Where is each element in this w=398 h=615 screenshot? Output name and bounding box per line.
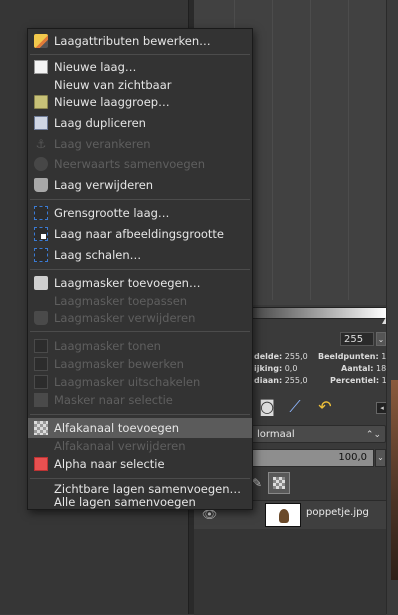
new-layer-icon xyxy=(34,60,48,74)
stat-label: ijking: 0,0 xyxy=(254,364,298,373)
stat-label: Aantal: 181 xyxy=(341,364,392,373)
trash-icon xyxy=(34,178,48,192)
menu-item-new-layer[interactable]: Nieuwe laag… xyxy=(28,57,252,77)
anchor-icon: ⚓ xyxy=(35,137,47,151)
menu-separator xyxy=(30,269,250,270)
menu-separator xyxy=(30,414,250,415)
menu-item-edit-layer-mask[interactable]: Laagmasker bewerken xyxy=(28,354,252,374)
menu-item-layer-boundary-size[interactable]: Grensgrootte laag… xyxy=(28,203,252,223)
chevron-updown-icon: ⌃⌄ xyxy=(365,430,381,440)
opacity-slider[interactable]: 100,0 xyxy=(250,449,374,467)
add-mask-icon xyxy=(34,276,48,290)
histogram-gridline xyxy=(310,0,311,300)
lock-alpha-button[interactable] xyxy=(268,472,290,494)
dock-tab-row: ◙ ⟋ ↶ xyxy=(250,394,380,420)
menu-item-show-layer-mask[interactable]: Laagmasker tonen xyxy=(28,336,252,356)
checkerboard-icon xyxy=(273,477,285,489)
edit-attributes-icon xyxy=(34,34,48,48)
paths-icon[interactable]: ⟋ xyxy=(284,396,306,418)
layer-context-menu: Laagattributen bewerken… Nieuwe laag… Ni… xyxy=(27,28,253,510)
duplicate-icon xyxy=(34,116,48,130)
level-spinner-icon[interactable]: ⌄ xyxy=(376,332,386,346)
layer-to-image-size-icon xyxy=(34,227,48,241)
menu-separator xyxy=(30,54,250,55)
histogram-gridline xyxy=(272,0,273,300)
menu-item-scale-layer[interactable]: Laag schalen… xyxy=(28,245,252,265)
image-window-edge xyxy=(386,0,398,614)
level-max-input[interactable]: 255 xyxy=(340,332,374,346)
menu-item-merge-down[interactable]: Neerwaarts samenvoegen xyxy=(28,154,252,174)
menu-item-alpha-to-selection[interactable]: Alpha naar selectie xyxy=(28,454,252,474)
checkbox-icon xyxy=(34,339,48,353)
menu-separator xyxy=(30,331,250,332)
scale-layer-icon xyxy=(34,248,48,262)
opacity-spinner-icon[interactable]: ⌄ xyxy=(375,449,386,467)
image-preview-strip xyxy=(391,380,398,580)
menu-item-duplicate-layer[interactable]: Laag dupliceren xyxy=(28,113,252,133)
checkbox-icon xyxy=(34,375,48,389)
mask-to-selection-icon xyxy=(34,393,48,407)
menu-item-delete-layer[interactable]: Laag verwijderen xyxy=(28,175,252,195)
menu-item-layer-to-image-size[interactable]: Laag naar afbeeldingsgrootte xyxy=(28,224,252,244)
undo-history-icon[interactable]: ↶ xyxy=(314,396,336,418)
device-status-icon[interactable]: ◙ xyxy=(256,396,278,418)
menu-item-remove-alpha-channel[interactable]: Alfakanaal verwijderen xyxy=(28,436,252,456)
folder-icon xyxy=(34,95,48,109)
remove-mask-icon xyxy=(34,311,48,325)
lock-pixels-icon[interactable]: ✎ xyxy=(252,476,262,490)
merge-down-icon xyxy=(34,157,48,171)
alpha-channel-icon xyxy=(34,421,48,435)
layer-mode-select[interactable]: lormaal ⌃⌄ xyxy=(250,425,386,443)
menu-separator xyxy=(30,199,250,200)
menu-item-delete-layer-mask[interactable]: Laagmasker verwijderen xyxy=(28,308,252,328)
layer-name[interactable]: poppetje.jpg xyxy=(306,507,369,518)
menu-item-edit-layer-attributes[interactable]: Laagattributen bewerken… xyxy=(28,31,252,51)
menu-item-add-layer-mask[interactable]: Laagmasker toevoegen… xyxy=(28,273,252,293)
alpha-to-selection-icon xyxy=(34,457,48,471)
stat-label: Beeldpunten: 181 xyxy=(318,352,397,361)
checkbox-icon xyxy=(34,357,48,371)
menu-item-disable-layer-mask[interactable]: Laagmasker uitschakelen xyxy=(28,372,252,392)
stat-label: diaan: 255,0 xyxy=(254,376,308,385)
menu-item-mask-to-selection[interactable]: Masker naar selectie xyxy=(28,390,252,410)
histogram-gridline xyxy=(348,0,349,300)
menu-item-flatten-image[interactable]: Alle lagen samenvoegen xyxy=(28,492,252,512)
menu-item-add-alpha-channel[interactable]: Alfakanaal toevoegen xyxy=(28,418,252,438)
boundary-size-icon xyxy=(34,206,48,220)
layer-thumbnail xyxy=(265,503,301,527)
stat-label: delde: 255,0 xyxy=(254,352,308,361)
menu-item-new-layer-group[interactable]: Nieuwe laaggroep… xyxy=(28,92,252,112)
menu-item-anchor-layer[interactable]: ⚓ Laag verankeren xyxy=(28,134,252,154)
